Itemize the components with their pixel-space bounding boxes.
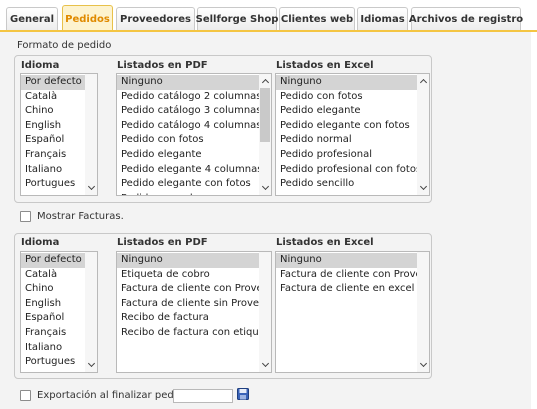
orders-pdf-list[interactable]: Ninguno Pedido catálogo 2 columnas Pedido … [116, 73, 272, 196]
list-item[interactable]: Pedido elegante [117, 148, 259, 163]
tab-proveedores[interactable]: Proveedores [116, 7, 195, 31]
scrollbar[interactable] [85, 252, 97, 372]
list-item[interactable]: Italiano [21, 341, 85, 356]
invoices-pdf-list[interactable]: Ninguno Etiqueta de cobro Factura de clien… [116, 251, 272, 373]
list-item[interactable]: Factura de cliente con Proveedor [276, 268, 417, 283]
show-invoices-row[interactable]: Mostrar Facturas. [20, 211, 124, 222]
show-invoices-checkbox[interactable] [20, 211, 31, 222]
list-item[interactable]: Factura de cliente sin Proveedor [117, 297, 259, 312]
list-item[interactable]: English [21, 119, 85, 134]
list-item[interactable]: Español [21, 311, 85, 326]
tab-idiomas[interactable]: Idiomas [357, 7, 408, 31]
chevron-down-icon[interactable] [417, 182, 429, 194]
list-item[interactable]: Etiqueta de cobro [117, 268, 259, 283]
export-checkbox[interactable] [20, 390, 31, 401]
list-item[interactable]: Català [21, 90, 85, 105]
list-item[interactable]: Français [21, 148, 85, 163]
list-item[interactable]: Ninguno [276, 75, 417, 90]
orders-excel-label: Listados en Excel [276, 60, 374, 71]
tab-clientes-web[interactable]: Clientes web [279, 7, 355, 31]
list-item[interactable]: Pedido catálogo 4 columnas [117, 119, 259, 134]
invoices-pdf-label: Listados en PDF [117, 237, 208, 248]
list-item[interactable]: Por defecto [21, 253, 85, 268]
orders-excel-list[interactable]: Ninguno Pedido con fotos Pedido elegante Pe… [275, 73, 430, 196]
tab-general[interactable]: General [6, 7, 58, 31]
list-item[interactable]: Recibo de factura con etiqueta [117, 326, 259, 341]
list-item[interactable]: Portugues [21, 177, 85, 192]
list-item[interactable]: Pedido catálogo 2 columnas [117, 90, 259, 105]
list-item[interactable]: Chino [21, 104, 85, 119]
list-item[interactable]: Chino [21, 282, 85, 297]
scrollbar[interactable] [259, 252, 271, 372]
list-item[interactable]: Pedido elegante con fotos [117, 177, 259, 192]
tab-bar: General Pedidos Proveedores Sellforge Sh… [0, 0, 537, 32]
list-item[interactable]: Factura de cliente en excel [276, 282, 417, 297]
scrollbar[interactable] [85, 74, 97, 195]
tab-pedidos[interactable]: Pedidos [62, 5, 113, 32]
chevron-down-icon[interactable] [417, 359, 429, 371]
section-title: Formato de pedido [17, 40, 112, 51]
orders-language-list[interactable]: Por defecto Català Chino English Español Fran… [20, 73, 98, 196]
scroll-thumb[interactable] [260, 88, 270, 142]
scrollbar[interactable] [259, 74, 271, 195]
chevron-down-icon[interactable] [259, 182, 271, 194]
invoices-excel-label: Listados en Excel [276, 237, 374, 248]
tab-archivos-de-registro[interactable]: Archivos de registro [409, 7, 523, 31]
export-input[interactable] [173, 389, 233, 403]
list-item[interactable]: Pedido con fotos [117, 133, 259, 148]
list-item[interactable]: Pedido elegante [276, 104, 417, 119]
show-invoices-label: Mostrar Facturas. [37, 211, 124, 222]
list-item[interactable]: Pedido con fotos [276, 90, 417, 105]
export-row[interactable]: Exportación al finalizar pedido: [20, 390, 192, 401]
chevron-down-icon[interactable] [85, 182, 97, 194]
invoices-excel-list[interactable]: NingunoFactura de cliente con ProveedorF… [275, 251, 430, 373]
list-item[interactable]: Portugues [21, 355, 85, 370]
list-item[interactable]: Français [21, 326, 85, 341]
list-item[interactable]: Por defecto [21, 75, 85, 90]
chevron-up-icon[interactable] [417, 75, 429, 87]
chevron-down-icon[interactable] [259, 359, 271, 371]
invoices-language-label: Idioma [21, 237, 60, 248]
scrollbar[interactable] [417, 74, 429, 195]
list-item[interactable]: Pedido profesional con fotos [276, 163, 417, 178]
list-item[interactable]: Ninguno [117, 75, 259, 90]
orders-pdf-label: Listados en PDF [117, 60, 208, 71]
list-item[interactable]: Pedido elegante 4 columnas [117, 163, 259, 178]
save-disk-icon[interactable] [237, 388, 249, 400]
chevron-down-icon[interactable] [85, 359, 97, 371]
list-item[interactable]: Español [21, 133, 85, 148]
tab-sellforge-shop[interactable]: Sellforge Shop [196, 7, 278, 31]
invoices-language-list[interactable]: Por defecto Català Chino English Español Fran… [20, 251, 98, 373]
export-label: Exportación al finalizar pedido: [37, 390, 193, 401]
list-item[interactable]: Pedido catálogo 3 columnas [117, 104, 259, 119]
scrollbar[interactable] [417, 252, 429, 372]
orders-language-label: Idioma [21, 60, 60, 71]
list-item[interactable]: Pedido normal [276, 133, 417, 148]
list-item[interactable]: Recibo de factura [117, 311, 259, 326]
list-item[interactable]: Italiano [21, 163, 85, 178]
chevron-up-icon[interactable] [259, 75, 271, 87]
list-item[interactable]: Ninguno [276, 253, 417, 268]
list-item[interactable]: Pedido normal [117, 192, 259, 195]
list-item[interactable]: English [21, 297, 85, 312]
list-item[interactable]: Pedido sencillo [276, 177, 417, 192]
list-item[interactable]: Pedido profesional [276, 148, 417, 163]
list-item[interactable]: Ninguno [117, 253, 259, 268]
list-item[interactable]: Factura de cliente con Proveedor [117, 282, 259, 297]
list-item[interactable]: Català [21, 268, 85, 283]
list-item[interactable]: Pedido elegante con fotos [276, 119, 417, 134]
